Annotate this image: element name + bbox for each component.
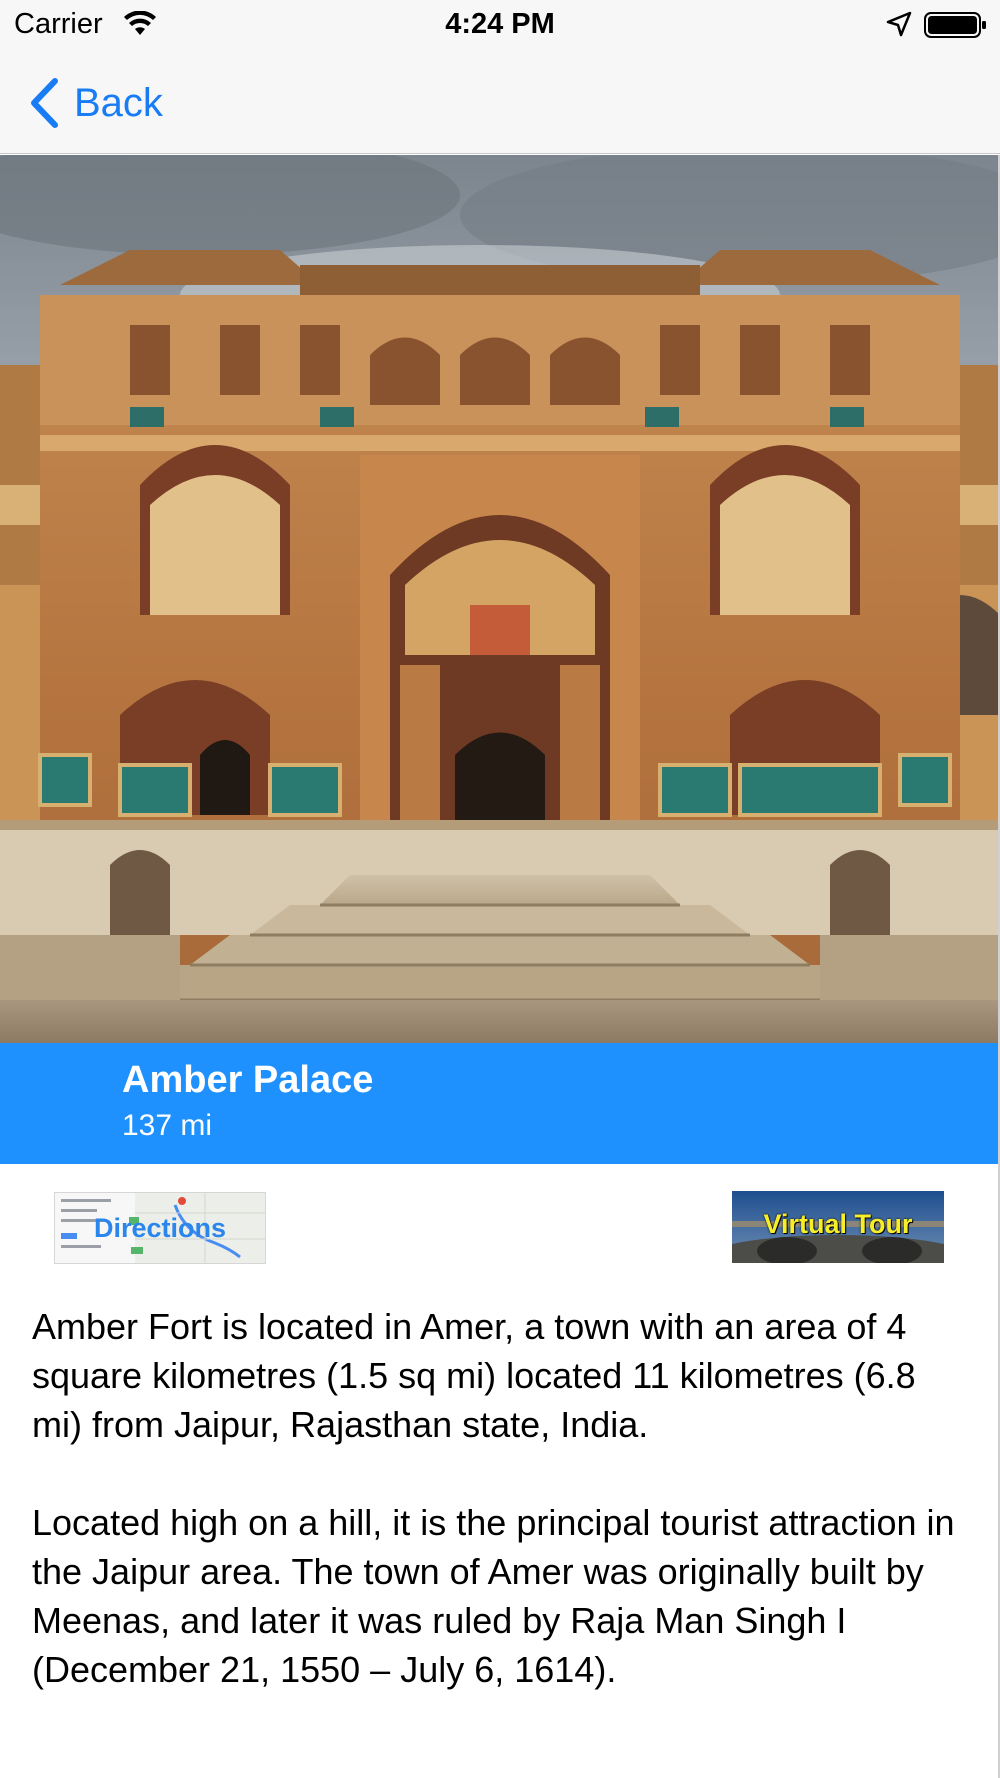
status-bar: Carrier 4:24 PM <box>0 0 1000 50</box>
directions-label: Directions <box>93 1213 227 1243</box>
place-photo <box>0 155 1000 1043</box>
place-name: Amber Palace <box>122 1059 374 1101</box>
place-distance: 137 mi <box>122 1109 213 1142</box>
location-arrow-icon <box>886 11 912 37</box>
navigation-bar: Back <box>0 50 1000 154</box>
virtual-tour-label: Virtual Tour <box>763 1209 913 1239</box>
title-band: Amber Palace 137 mi <box>0 1043 1000 1164</box>
battery-icon <box>924 12 986 38</box>
place-description: Amber Fort is located in Amer, a town wi… <box>32 1302 968 1694</box>
back-button[interactable]: Back <box>28 76 163 130</box>
directions-button[interactable]: Directions <box>54 1192 266 1264</box>
description-paragraph: Located high on a hill, it is the princi… <box>32 1502 955 1690</box>
description-paragraph: Amber Fort is located in Amer, a town wi… <box>32 1306 916 1445</box>
back-label: Back <box>74 80 163 125</box>
chevron-left-icon <box>31 78 58 128</box>
status-time: 4:24 PM <box>445 8 555 40</box>
virtual-tour-button[interactable]: Virtual Tour <box>732 1191 944 1263</box>
